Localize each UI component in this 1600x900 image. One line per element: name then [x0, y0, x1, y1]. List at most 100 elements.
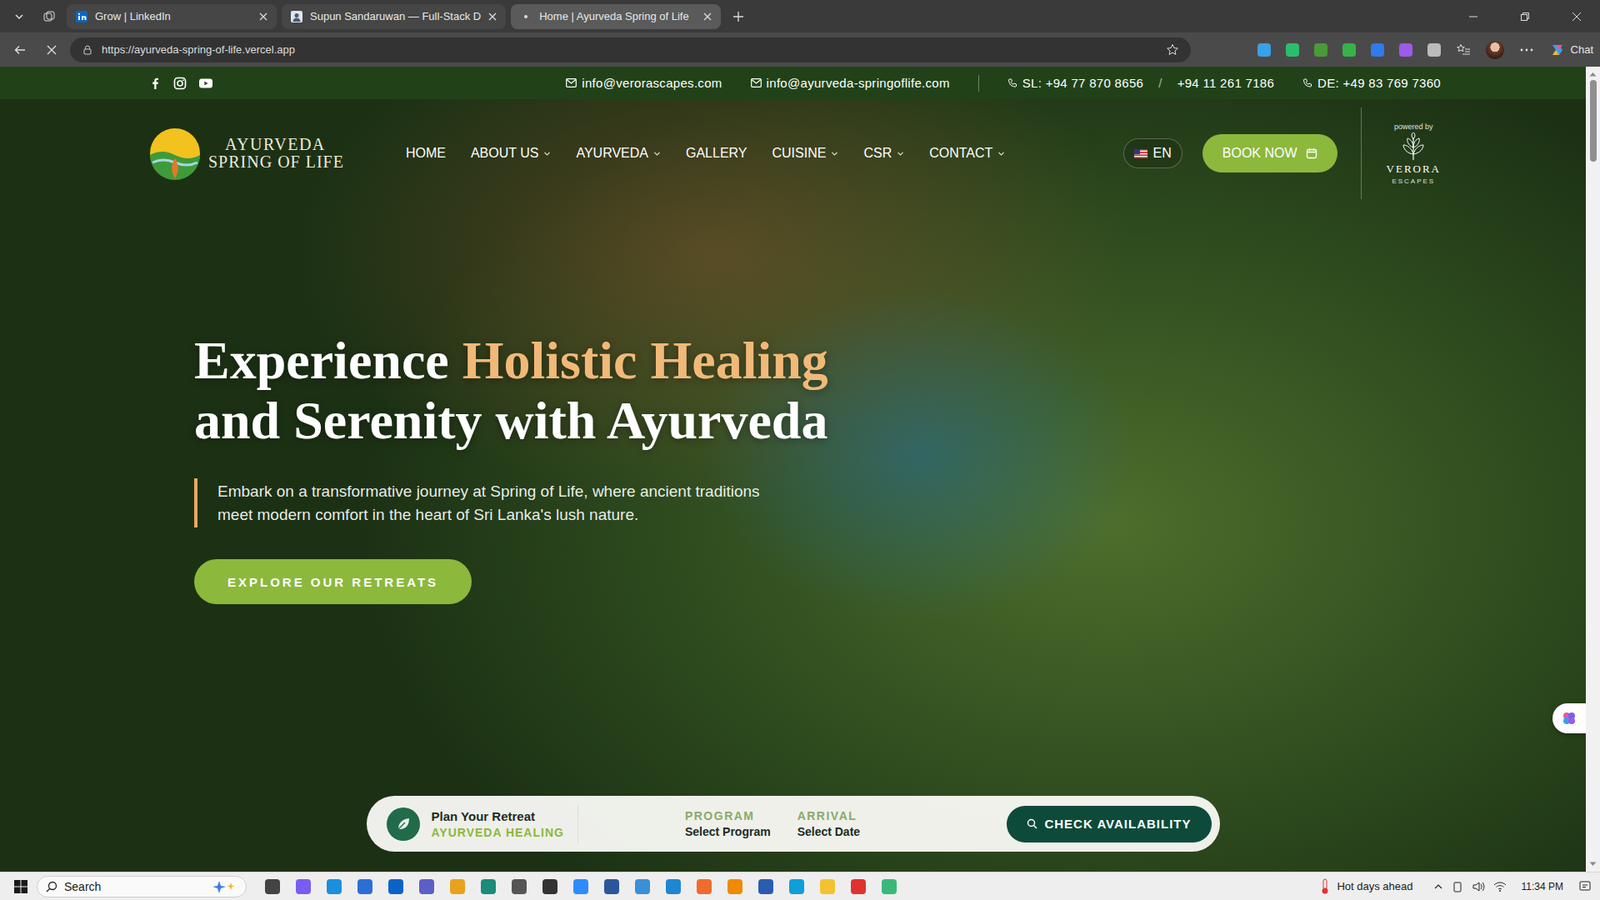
tab-actions-button[interactable]	[6, 5, 32, 29]
vlc-icon[interactable]	[727, 879, 743, 895]
extension-icon[interactable]	[1257, 43, 1271, 57]
chevron-down-icon	[830, 150, 839, 158]
minimize-button[interactable]	[1450, 0, 1497, 33]
stop-icon	[45, 44, 58, 56]
taskbar-apps	[265, 879, 897, 895]
extensions: Chat	[1195, 40, 1594, 60]
stop-button[interactable]	[38, 37, 65, 63]
windows-start-icon[interactable]	[13, 879, 29, 895]
terminal-icon[interactable]	[542, 879, 558, 895]
taskbar: Search Hot days ahead 11:34 PM	[0, 871, 1600, 900]
new-tab-button[interactable]	[725, 5, 751, 29]
volume-icon[interactable]	[1471, 880, 1485, 893]
explorer-icon[interactable]	[820, 879, 835, 895]
booking-field[interactable]: ARRIVALSelect Date	[797, 809, 860, 839]
site-logo[interactable]: AYURVEDASPRING OF LIFE	[148, 126, 345, 180]
youtube-icon[interactable]	[198, 76, 214, 90]
phone-icon	[1302, 78, 1313, 89]
phone-link[interactable]: +94 11 261 7186	[1177, 75, 1275, 90]
weather-widget[interactable]: Hot days ahead	[1318, 878, 1413, 895]
extension-icon[interactable]	[1314, 43, 1328, 57]
partner-logo[interactable]: powered byVERORAESCAPES	[1386, 122, 1441, 185]
nav-item[interactable]: ABOUT US	[470, 145, 552, 161]
app-b-icon[interactable]	[881, 879, 897, 895]
social-links	[148, 76, 214, 90]
extension-icon[interactable]	[1285, 43, 1300, 57]
battery-icon[interactable]	[1451, 880, 1464, 893]
camera-icon[interactable]	[511, 879, 527, 895]
notepad-icon[interactable]	[635, 879, 650, 895]
back-button[interactable]	[6, 37, 34, 63]
accessibility-widget[interactable]	[1552, 703, 1586, 734]
wifi-icon[interactable]	[1493, 880, 1507, 893]
phone-link[interactable]: DE: +49 83 769 7360	[1317, 75, 1441, 90]
extension-icon[interactable]	[1427, 43, 1441, 57]
sun-leaf-logo-icon	[148, 126, 202, 180]
store-icon[interactable]	[357, 879, 373, 895]
extension-icon[interactable]	[1399, 43, 1413, 57]
clock[interactable]: 11:34 PM	[1521, 880, 1564, 893]
anydesk-icon[interactable]	[850, 879, 866, 895]
close-tab-icon[interactable]	[258, 11, 269, 22]
profile-avatar-icon[interactable]	[1485, 40, 1505, 60]
book-now-button[interactable]: BOOK NOW	[1202, 134, 1338, 173]
task-view-icon[interactable]	[265, 879, 280, 895]
email-link[interactable]: info@ayurveda-springoflife.com	[750, 75, 950, 90]
nav-item[interactable]: HOME	[405, 145, 446, 161]
email-link[interactable]: info@verorascapes.com	[565, 75, 722, 90]
chrome-icon[interactable]	[450, 879, 465, 895]
explore-retreats-button[interactable]: EXPLORE OUR RETREATS	[194, 559, 472, 605]
edge-icon[interactable]	[789, 879, 805, 895]
chevron-down-icon	[997, 150, 1005, 158]
nav-item[interactable]: AYURVEDA	[575, 145, 661, 161]
zoom-icon[interactable]	[573, 879, 589, 895]
restore-button[interactable]	[1501, 0, 1549, 33]
scroll-up-icon	[1589, 71, 1597, 77]
outlook-icon[interactable]	[388, 879, 404, 895]
more-icon[interactable]	[1519, 42, 1535, 58]
nav-item[interactable]: CONTACT	[929, 145, 1005, 161]
close-window-button[interactable]	[1553, 0, 1600, 33]
instagram-icon[interactable]	[173, 76, 187, 90]
favorites-icon[interactable]	[1455, 42, 1471, 58]
phone-link[interactable]: SL: +94 77 870 8656	[1022, 75, 1144, 90]
teams-icon[interactable]	[419, 879, 435, 895]
extension-icon[interactable]	[1370, 43, 1385, 57]
scroll-thumb[interactable]	[1590, 80, 1597, 162]
partner-caption: powered by	[1394, 122, 1434, 131]
browser-tab[interactable]: Grow | LinkedIn	[66, 4, 277, 30]
language-selector[interactable]: EN	[1123, 138, 1183, 169]
workspaces-button[interactable]	[36, 5, 62, 29]
nav-item[interactable]: CUISINE	[772, 145, 840, 161]
sparkle-icon	[212, 880, 238, 894]
chat-button[interactable]: Chat	[1549, 41, 1594, 59]
minimize-icon	[1468, 11, 1479, 22]
scrollbar[interactable]	[1585, 66, 1600, 872]
address-bar-row: https://ayurveda-spring-of-life.vercel.a…	[0, 32, 1600, 67]
booking-title: Plan Your Retreat	[431, 809, 565, 824]
taskbar-search[interactable]: Search	[36, 875, 247, 898]
chevron-up-icon[interactable]	[1433, 881, 1444, 892]
search-icon	[45, 880, 58, 893]
favorite-star-icon[interactable]	[1165, 43, 1180, 57]
word-icon[interactable]	[604, 879, 620, 895]
copilot-icon[interactable]	[295, 879, 311, 895]
close-tab-icon[interactable]	[702, 11, 713, 22]
nav-menu: HOME ABOUT US AYURVEDA GALLERY CUISINE CSR CON…	[405, 145, 1005, 161]
facebook-icon[interactable]	[148, 76, 162, 90]
browser-tab[interactable]: Supun Sandaruwan — Full-Stack D	[281, 4, 506, 30]
postman-icon[interactable]	[696, 879, 712, 895]
edge-dev-icon[interactable]	[326, 879, 342, 895]
close-tab-icon[interactable]	[487, 11, 498, 22]
nav-item[interactable]: GALLERY	[685, 145, 748, 161]
url-field[interactable]: https://ayurveda-spring-of-life.vercel.a…	[70, 37, 1191, 63]
booking-field[interactable]: PROGRAMSelect Program	[685, 809, 771, 839]
extension-icon[interactable]	[1342, 43, 1356, 57]
nav-item[interactable]: CSR	[863, 145, 905, 161]
check-availability-button[interactable]: CHECK AVAILABILITY	[1006, 805, 1211, 843]
app-icon[interactable]	[480, 879, 496, 895]
notifications-icon[interactable]	[1578, 880, 1592, 894]
app-a-icon[interactable]	[758, 879, 774, 895]
vscode-icon[interactable]	[665, 879, 681, 895]
browser-tab[interactable]: Home | Ayurveda Spring of Life	[510, 4, 721, 30]
